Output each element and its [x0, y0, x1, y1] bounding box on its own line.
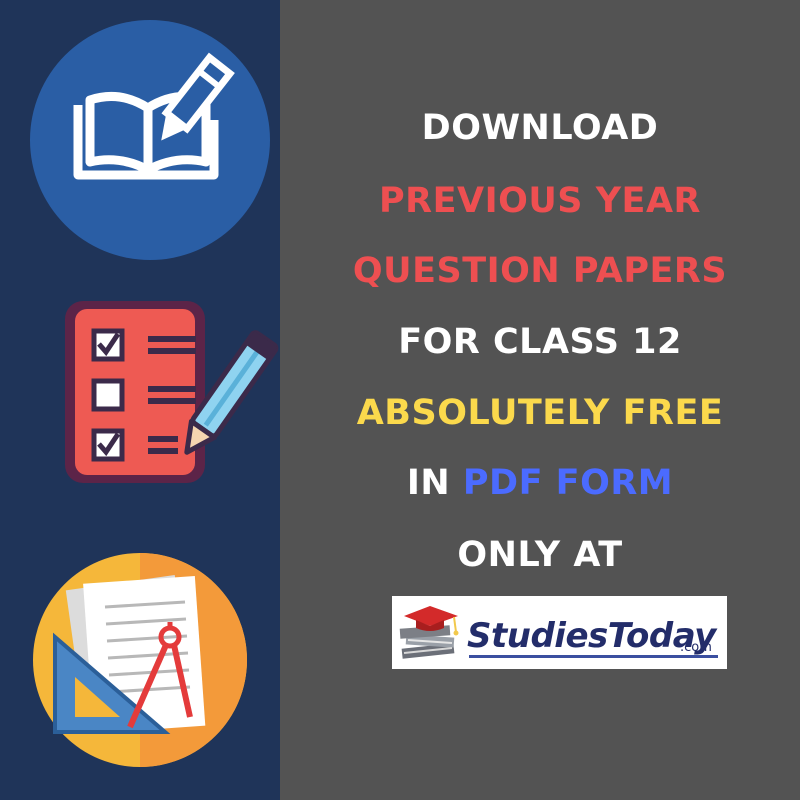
logo-domain-suffix: .com — [680, 640, 712, 655]
book-pencil-icon — [0, 10, 280, 270]
headline-line-free: ABSOLUTELY FREE — [356, 393, 724, 433]
headline-in-text: IN — [406, 463, 463, 503]
headline-pdf-form-text: PDF FORM — [462, 463, 674, 503]
headline-line-question-papers: QUESTION PAPERS — [352, 251, 728, 291]
logo-wordmark: StudiesToday — [467, 616, 718, 658]
checklist-icon — [0, 276, 280, 536]
studiestoday-logo[interactable]: StudiesToday .com — [392, 596, 727, 669]
headline-line-class: FOR CLASS 12 — [398, 322, 682, 362]
headline-line-download: DOWNLOAD — [421, 108, 659, 148]
headline-line-only-at: ONLY AT — [457, 535, 623, 575]
geometry-tools-icon — [0, 542, 280, 802]
headline-line-pdf: IN PDF FORM — [280, 463, 800, 503]
left-icon-panel — [0, 0, 280, 800]
headline-line-previous-year: PREVIOUS YEAR — [379, 181, 701, 221]
headline-panel: DOWNLOAD PREVIOUS YEAR QUESTION PAPERS F… — [280, 0, 800, 800]
graduation-books-icon — [399, 606, 459, 659]
